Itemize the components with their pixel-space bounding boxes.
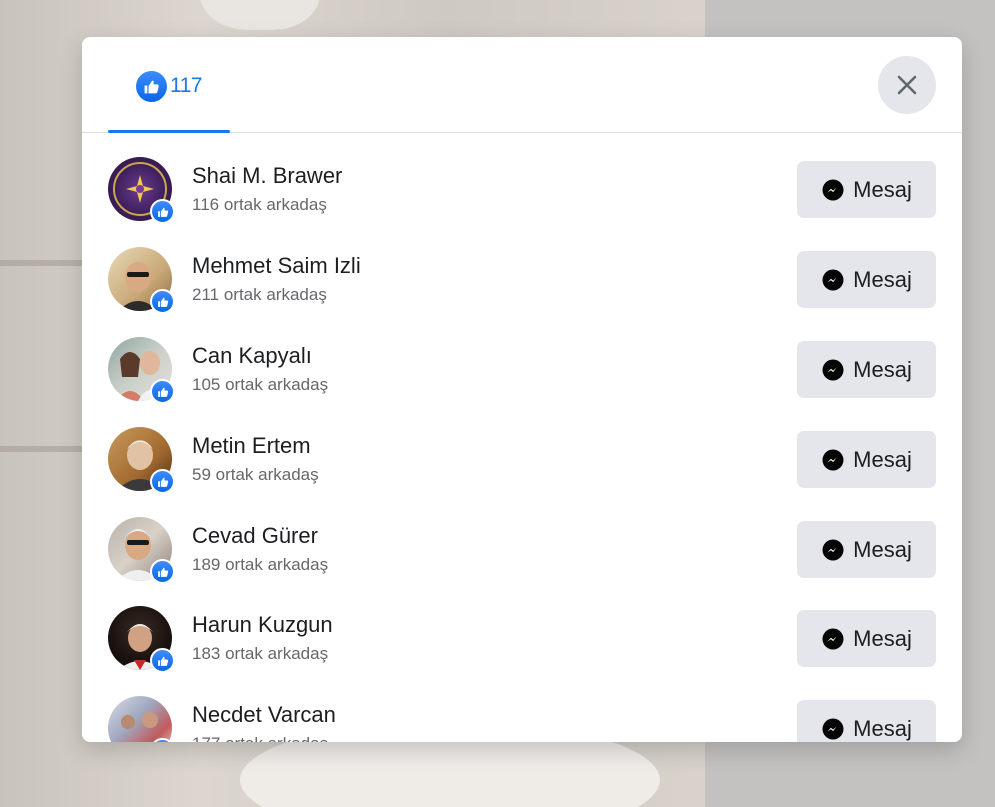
person-name[interactable]: Can Kapyalı: [192, 343, 312, 369]
list-item: Mehmet Saim Izli 211 ortak arkadaş Mesaj: [82, 223, 962, 314]
message-button[interactable]: Mesaj: [797, 700, 936, 742]
person-name[interactable]: Harun Kuzgun: [192, 612, 333, 638]
avatar[interactable]: [108, 247, 175, 314]
person-name[interactable]: Metin Ertem: [192, 433, 311, 459]
messenger-icon: [822, 269, 844, 290]
person-name[interactable]: Cevad Gürer: [192, 523, 318, 549]
messenger-icon: [822, 179, 844, 200]
message-button-label: Mesaj: [853, 356, 912, 382]
person-name[interactable]: Shai M. Brawer: [192, 163, 342, 189]
message-button-label: Mesaj: [853, 446, 912, 472]
like-icon: [150, 559, 175, 584]
avatar[interactable]: [108, 696, 175, 742]
like-icon: [150, 648, 175, 673]
avatar[interactable]: [108, 427, 175, 494]
message-button-label: Mesaj: [853, 176, 912, 202]
mutual-friends-count: 211 ortak arkadaş: [192, 285, 327, 304]
mutual-friends-count: 177 ortak arkadaş: [192, 734, 328, 742]
message-button[interactable]: Mesaj: [797, 161, 936, 218]
messenger-icon: [822, 628, 844, 649]
list-item: Shai M. Brawer 116 ortak arkadaş Mesaj: [82, 133, 962, 224]
message-button[interactable]: Mesaj: [797, 251, 936, 308]
like-icon: [150, 199, 175, 224]
message-button[interactable]: Mesaj: [797, 521, 936, 578]
message-button-label: Mesaj: [853, 536, 912, 562]
like-icon: [150, 289, 175, 314]
close-button[interactable]: [878, 56, 936, 114]
people-list[interactable]: Shai M. Brawer 116 ortak arkadaş Mesaj M…: [82, 133, 962, 742]
close-icon: [897, 75, 917, 95]
list-item: Can Kapyalı 105 ortak arkadaş Mesaj: [82, 313, 962, 404]
tab-all-likes[interactable]: 117: [108, 59, 230, 133]
person-name[interactable]: Necdet Varcan: [192, 702, 336, 728]
like-count: 117: [170, 74, 202, 97]
like-icon: [150, 379, 175, 404]
list-item: Harun Kuzgun 183 ortak arkadaş Mesaj: [82, 582, 962, 673]
list-item: Necdet Varcan 177 ortak arkadaş Mesaj: [82, 672, 962, 742]
messenger-icon: [822, 718, 844, 739]
like-icon: [150, 469, 175, 494]
list-item: Metin Ertem 59 ortak arkadaş Mesaj: [82, 403, 962, 494]
avatar[interactable]: [108, 517, 175, 584]
mutual-friends-count: 59 ortak arkadaş: [192, 465, 319, 484]
message-button-label: Mesaj: [853, 715, 912, 741]
reactions-tab-bar: 117: [82, 37, 962, 133]
avatar[interactable]: [108, 606, 175, 673]
list-item: Cevad Gürer 189 ortak arkadaş Mesaj: [82, 493, 962, 584]
mutual-friends-count: 116 ortak arkadaş: [192, 195, 327, 214]
message-button[interactable]: Mesaj: [797, 341, 936, 398]
reactions-dialog: 117 Shai M. Brawer 116 ortak arkadaş Mes…: [82, 37, 962, 742]
messenger-icon: [822, 449, 844, 470]
person-name[interactable]: Mehmet Saim Izli: [192, 253, 361, 279]
mutual-friends-count: 183 ortak arkadaş: [192, 644, 329, 663]
messenger-icon: [822, 539, 844, 560]
avatar[interactable]: [108, 157, 175, 224]
avatar[interactable]: [108, 337, 175, 404]
mutual-friends-count: 105 ortak arkadaş: [192, 375, 329, 394]
message-button-label: Mesaj: [853, 625, 912, 651]
message-button-label: Mesaj: [853, 266, 912, 292]
mutual-friends-count: 189 ortak arkadaş: [192, 555, 329, 574]
messenger-icon: [822, 359, 844, 380]
like-icon: [136, 70, 167, 102]
message-button[interactable]: Mesaj: [797, 610, 936, 667]
message-button[interactable]: Mesaj: [797, 431, 936, 488]
